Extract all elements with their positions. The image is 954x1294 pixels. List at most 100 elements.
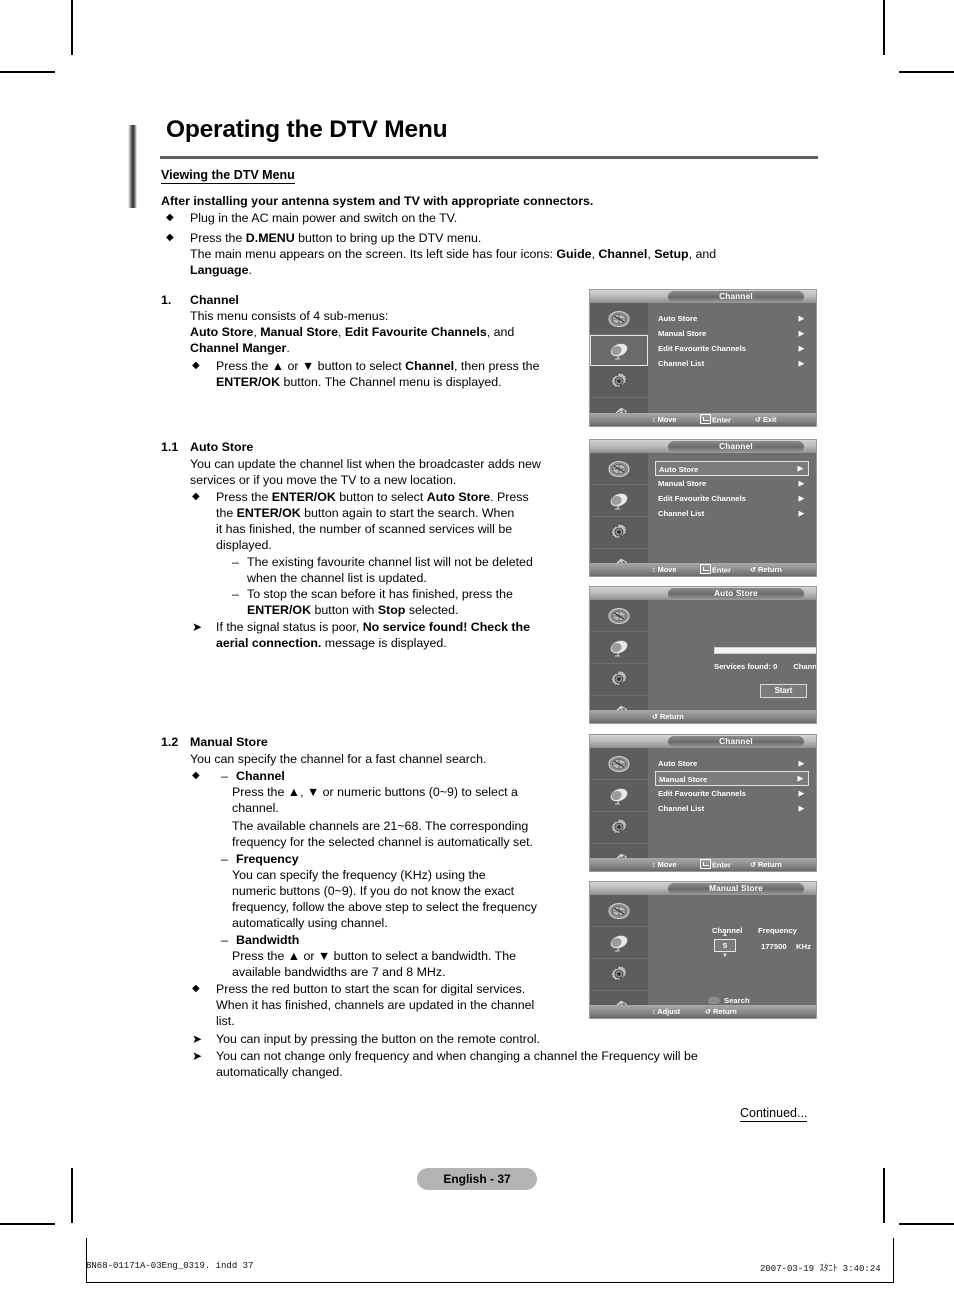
section-heading: Viewing the DTV Menu xyxy=(161,168,295,184)
osd-row-channel-list[interactable]: Channel List ▶ xyxy=(655,356,809,371)
section-1-submenus: Auto Store, Manual Store, Edit Favourite… xyxy=(190,325,515,339)
osd-body-4: Auto Store ▶ Manual Store ▶ Edit Favourite… xyxy=(648,748,816,871)
section-12-red-l1: Press the red button to start the scan f… xyxy=(216,982,526,996)
osd-row-edit-favourite-channels[interactable]: Edit Favourite Channels ▶ xyxy=(655,786,809,801)
guide-compass-icon[interactable] xyxy=(590,303,648,335)
osd-row-manual-store[interactable]: Manual Store ▶ xyxy=(655,771,809,786)
print-rule-right xyxy=(893,1238,894,1282)
osd-row-label: Channel List xyxy=(658,509,705,518)
osd-row-manual-store[interactable]: Manual Store ▶ xyxy=(655,326,809,341)
section-1-bullet-line-1: Press the ▲ or ▼ button to select Channe… xyxy=(216,359,540,373)
icon-name-language: Language xyxy=(190,263,249,277)
osd-row-edit-favourite-channels[interactable]: Edit Favourite Channels ▶ xyxy=(655,491,809,506)
osd-footer-5: ↕ Adjust ↺ Return xyxy=(590,1005,816,1018)
osd-body-2: Auto Store ▶ Manual Store ▶ Edit Favourite… xyxy=(648,453,816,576)
menu-icons-conj: , and xyxy=(688,247,717,261)
guide-compass-icon[interactable] xyxy=(590,895,648,927)
satellite-dish-icon[interactable] xyxy=(590,927,648,959)
gear-setup-icon[interactable] xyxy=(590,366,648,398)
osd-body-5: Channel Frequency Bandwidth ▲ 5 ▼ 177500… xyxy=(648,895,816,1018)
osd-icon-rail-1 xyxy=(590,303,648,426)
osd-row-label: Channel List xyxy=(658,804,705,813)
section-11-note-l2: aerial connection. message is displayed. xyxy=(216,636,447,650)
frequency-value[interactable]: 177500 xyxy=(761,942,787,951)
return-arrow-icon: ↺ xyxy=(652,714,658,721)
chevron-right-icon: ▶ xyxy=(798,330,804,337)
osd-row-label: Manual Store xyxy=(659,775,708,784)
bullet-marker-3: ◆ xyxy=(192,360,200,371)
dmenu-key-label: D.MENU xyxy=(245,231,295,245)
section-12-item-channel: Channel xyxy=(236,769,285,783)
gear-setup-icon[interactable] xyxy=(590,664,648,696)
section-1-bullet-line-2: ENTER/OK button. The Channel menu is dis… xyxy=(216,375,502,389)
search-label: Search xyxy=(724,996,750,1005)
intro-bold-text: After installing your antenna system and… xyxy=(161,194,594,208)
osd-row-auto-store[interactable]: Auto Store ▶ xyxy=(655,311,809,326)
bullet-2-continuation: The main menu appears on the screen. Its… xyxy=(190,247,717,261)
satellite-dish-icon[interactable] xyxy=(590,780,648,812)
up-down-arrows-icon: ↕ xyxy=(652,1009,656,1016)
page-number-badge: English - 37 xyxy=(417,1168,537,1190)
satellite-dish-icon[interactable] xyxy=(590,485,648,517)
osd-row-edit-favourite-channels[interactable]: Edit Favourite Channels ▶ xyxy=(655,341,809,356)
intro-bold-line: After installing your antenna system and… xyxy=(161,193,593,209)
chevron-right-icon: ▶ xyxy=(798,345,804,352)
submenu-auto-store: Auto Store xyxy=(190,325,254,339)
section-1-number: 1. xyxy=(161,293,172,307)
search-action[interactable]: Search xyxy=(708,996,750,1005)
section-12-ch-l4: frequency for the selected channel is au… xyxy=(232,835,533,849)
osd-footer-adjust: ↕ Adjust xyxy=(652,1005,680,1018)
scan-channel-label: Channel: – xyxy=(793,662,817,671)
section-12-fr-l1: You can specify the frequency (KHz) usin… xyxy=(232,868,486,882)
osd-title-3: Auto Store xyxy=(668,588,804,600)
gear-setup-icon[interactable] xyxy=(590,812,648,844)
osd-row-channel-list[interactable]: Channel List ▶ xyxy=(655,801,809,816)
guide-compass-icon[interactable] xyxy=(590,453,648,485)
section-11-dash2-l1: To stop the scan before it has finished,… xyxy=(247,587,513,601)
osd-footer-3: ↺ Return xyxy=(590,710,816,723)
osd-footer-return: ↺ Return xyxy=(705,1005,737,1018)
osd-row-auto-store[interactable]: Auto Store ▶ xyxy=(655,756,809,771)
stepper-up-icon[interactable]: ▲ xyxy=(722,932,728,938)
gear-setup-icon[interactable] xyxy=(590,959,648,991)
guide-compass-icon[interactable] xyxy=(590,748,648,780)
stepper-down-icon[interactable]: ▼ xyxy=(722,953,728,959)
column-header-frequency: Frequency xyxy=(758,926,797,935)
chevron-right-icon: ▶ xyxy=(797,775,803,782)
bullet-marker-1: ◆ xyxy=(166,212,174,223)
osd-title-5: Manual Store xyxy=(668,883,804,895)
section-12-bw-l1: Press the ▲ or ▼ button to select a band… xyxy=(232,949,516,963)
section-12-ch-l1: Press the ▲, ▼ or numeric buttons (0~9) … xyxy=(232,785,518,799)
chevron-right-icon: ▶ xyxy=(798,760,804,767)
section-12-note-2-l2: automatically changed. xyxy=(216,1065,343,1079)
bullet-marker-2: ◆ xyxy=(166,232,174,243)
scan-progress-bar xyxy=(714,647,816,654)
print-file-name: BN68-01171A-03Eng_0319. indd 37 xyxy=(86,1261,254,1271)
osd-row-auto-store[interactable]: Auto Store ▶ xyxy=(655,461,809,476)
osd-row-label: Auto Store xyxy=(659,465,699,474)
frequency-unit: KHz xyxy=(796,942,811,951)
gear-setup-icon[interactable] xyxy=(590,517,648,549)
osd-row-channel-list[interactable]: Channel List ▶ xyxy=(655,506,809,521)
channel-value-field[interactable]: 5 xyxy=(714,939,736,952)
section-11-b1-l4: displayed. xyxy=(216,538,272,552)
section-1-line-1: This menu consists of 4 sub-menus: xyxy=(190,309,389,323)
osd-icon-rail-3 xyxy=(590,600,648,723)
osd-footer-4: ↕ Move Enter ↺ Return xyxy=(590,858,816,871)
section-12-fr-l4: automatically using channel. xyxy=(232,916,388,930)
osd-auto-store-progress: Auto Store 0% Services found: 0Channel: … xyxy=(589,586,817,724)
start-button[interactable]: Start xyxy=(760,684,807,698)
section-11-b1-l2: the ENTER/OK button again to start the s… xyxy=(216,506,515,520)
section-12-fr-l2: numeric buttons (0~9). If you do not kno… xyxy=(232,884,515,898)
print-rule-bottom xyxy=(86,1282,894,1283)
satellite-dish-icon[interactable] xyxy=(590,632,648,664)
chevron-right-icon: ▶ xyxy=(798,790,804,797)
osd-row-manual-store[interactable]: Manual Store ▶ xyxy=(655,476,809,491)
dash-marker-2: – xyxy=(232,587,239,601)
section-11-b1-l3: it has finished, the number of scanned s… xyxy=(216,522,513,536)
satellite-dish-icon[interactable] xyxy=(590,335,648,366)
section-11-number: 1.1 xyxy=(161,440,179,454)
guide-compass-icon[interactable] xyxy=(590,600,648,632)
section-11-p1-l1: You can update the channel list when the… xyxy=(190,457,541,471)
continued-link: Continued... xyxy=(740,1106,808,1122)
